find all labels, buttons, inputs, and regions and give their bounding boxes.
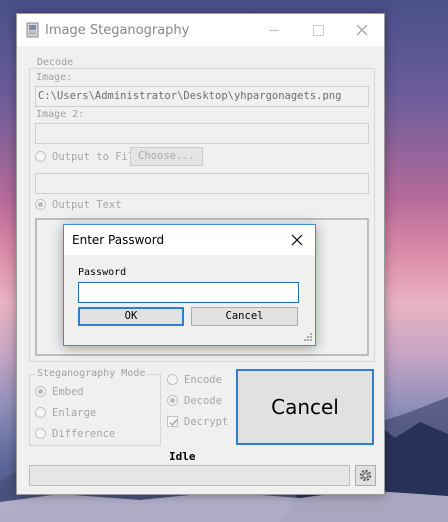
dialog-title: Enter Password <box>72 233 165 247</box>
cancel-button[interactable]: Cancel <box>236 369 374 445</box>
mode-difference-radio[interactable] <box>35 428 46 439</box>
gear-icon <box>359 469 372 482</box>
ok-button[interactable]: OK <box>78 307 184 326</box>
maximize-button[interactable] <box>296 14 340 46</box>
decode-group-label: Decode <box>35 57 76 68</box>
mode-embed-label: Embed <box>52 386 84 398</box>
password-input[interactable] <box>78 282 299 303</box>
progress-bar <box>29 465 350 486</box>
mode-difference-label: Difference <box>52 428 116 440</box>
decode-radio[interactable] <box>167 395 178 406</box>
window-title: Image Steganography <box>45 23 190 38</box>
minimize-button[interactable] <box>252 14 296 46</box>
output-text-radio[interactable] <box>35 199 46 210</box>
dialog-close-button[interactable] <box>284 229 310 251</box>
output-text-label: Output Text <box>52 199 122 211</box>
dialog-title-bar: Enter Password <box>64 225 315 255</box>
close-icon <box>291 234 303 246</box>
status-text: Idle <box>169 450 196 463</box>
resize-grip-icon[interactable] <box>304 333 313 342</box>
choose-file-button[interactable]: Choose... <box>130 147 203 166</box>
stego-mode-label: Steganography Mode <box>35 368 148 379</box>
password-dialog: Enter Password Password OK Cancel <box>63 224 316 346</box>
output-to-file-radio[interactable] <box>35 151 46 162</box>
dialog-cancel-button[interactable]: Cancel <box>191 307 298 326</box>
title-bar: Image Steganography <box>17 14 384 46</box>
encode-label: Encode <box>184 374 222 386</box>
settings-button[interactable] <box>355 465 376 486</box>
checkmark-icon <box>169 419 178 427</box>
image2-label: Image 2: <box>36 109 85 120</box>
mode-enlarge-label: Enlarge <box>52 407 97 419</box>
output-to-file-label: Output to Fil <box>52 151 135 163</box>
image-label: Image: <box>36 72 73 83</box>
decode-label: Decode <box>184 395 222 407</box>
image2-field[interactable] <box>35 123 369 144</box>
mode-embed-radio[interactable] <box>35 386 46 397</box>
password-label: Password <box>78 267 127 278</box>
decrypt-checkbox[interactable] <box>167 416 178 427</box>
mode-enlarge-radio[interactable] <box>35 407 46 418</box>
close-icon <box>356 24 368 36</box>
encode-radio[interactable] <box>167 374 178 385</box>
output-file-field[interactable] <box>35 173 369 194</box>
decrypt-label: Decrypt <box>184 416 229 428</box>
image-path-field[interactable]: C:\Users\Administrator\Desktop\yhpargona… <box>35 86 369 107</box>
close-button[interactable] <box>340 14 384 46</box>
app-icon <box>26 22 39 38</box>
